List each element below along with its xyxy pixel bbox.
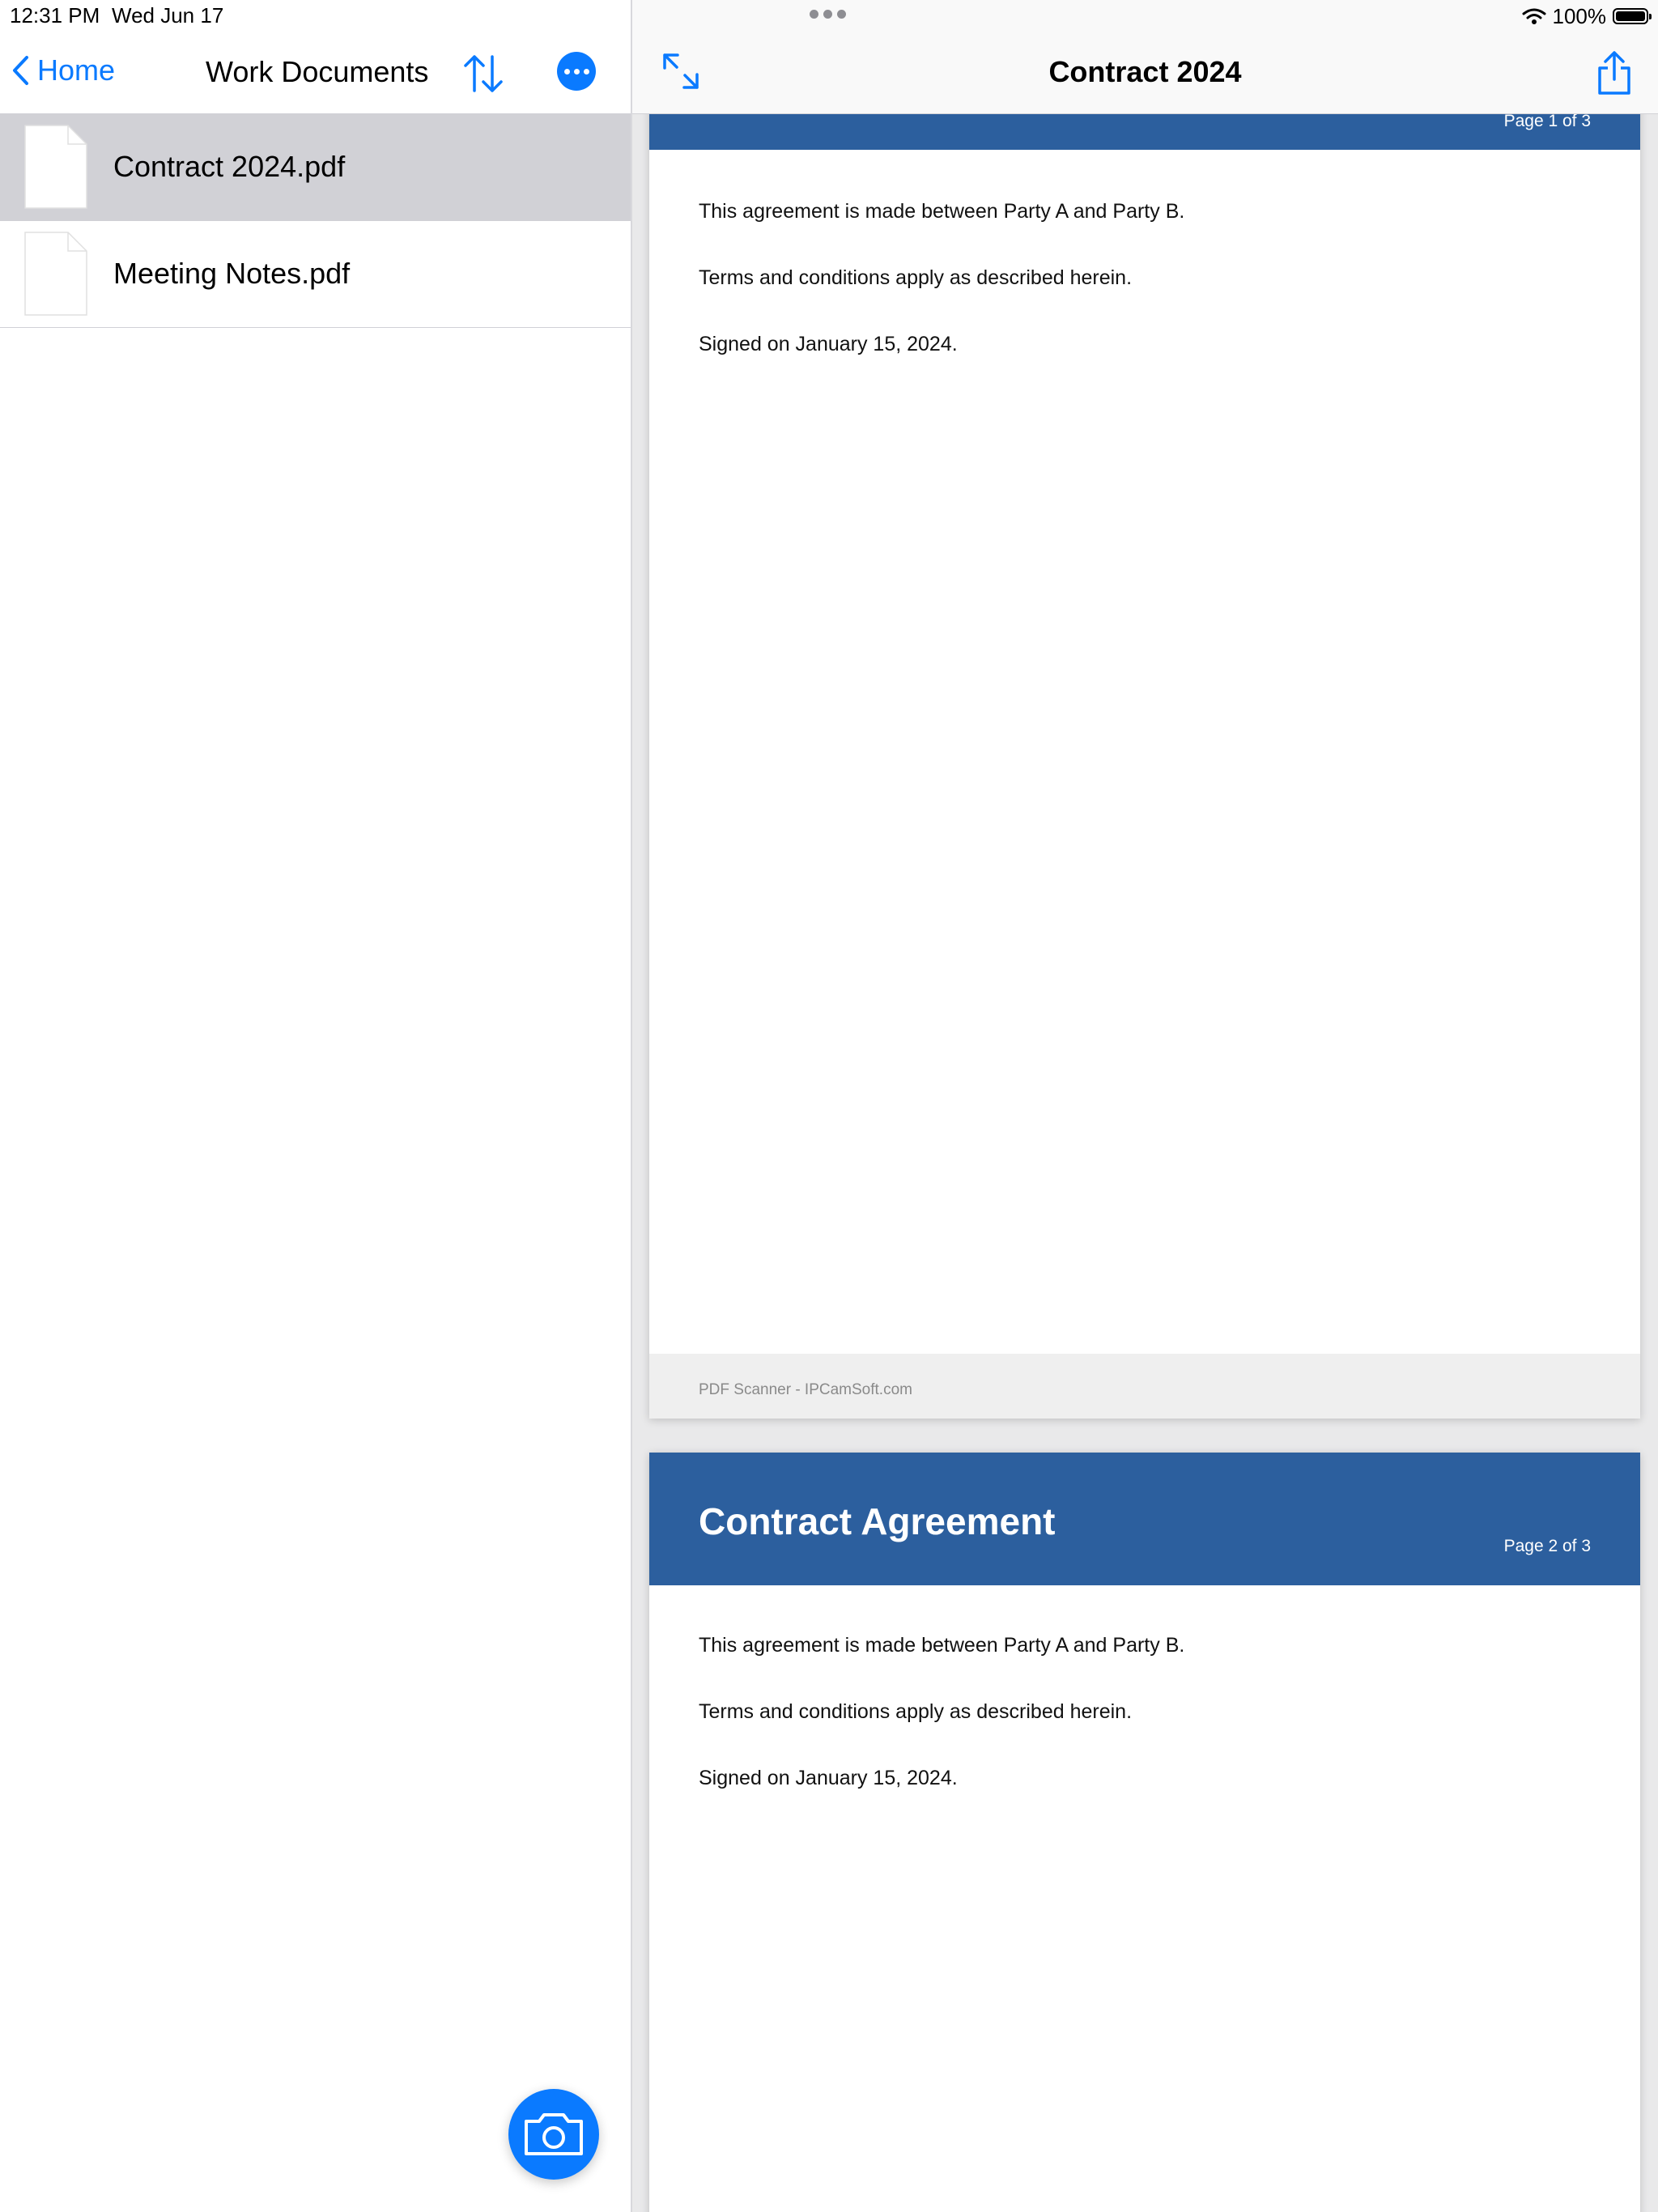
status-date: Wed Jun 17: [112, 3, 224, 28]
battery-percentage: 100%: [1552, 3, 1607, 28]
page-text-line: Signed on January 15, 2024.: [699, 1767, 958, 1789]
sort-button[interactable]: [461, 52, 505, 96]
page-banner: Contract Agreement Page 2 of 3: [649, 1453, 1640, 1585]
page-text-line: This agreement is made between Party A a…: [699, 1634, 1185, 1657]
page-footer-text: PDF Scanner - IPCamSoft.com: [699, 1381, 912, 1398]
share-icon: [1598, 51, 1630, 95]
back-button[interactable]: Home: [11, 53, 115, 87]
more-icon: [563, 68, 570, 74]
battery-icon: [1613, 8, 1652, 24]
document-viewer-pane: Contract 2024 Page 1 of 3 This agreement…: [632, 0, 1658, 2212]
split-divider[interactable]: [631, 0, 632, 2212]
file-row-contract-2024[interactable]: Contract 2024.pdf: [0, 114, 631, 221]
sort-icon: [464, 55, 503, 92]
status-time: 12:31 PM: [10, 3, 100, 28]
page-text-line: Signed on January 15, 2024.: [699, 333, 958, 355]
page-text-line: Terms and conditions apply as described …: [699, 266, 1133, 289]
document-title: Contract 2024: [1048, 55, 1242, 88]
share-button[interactable]: [1595, 50, 1634, 96]
pdf-page-1[interactable]: Page 1 of 3 This agreement is made betwe…: [649, 24, 1640, 1419]
status-bar: 12:31 PM Wed Jun 17 100%: [0, 0, 1658, 32]
page-text-line: Terms and conditions apply as described …: [699, 1700, 1133, 1723]
status-indicators: 100%: [1522, 3, 1652, 29]
pdf-page-2[interactable]: Contract Agreement Page 2 of 3 This agre…: [649, 1453, 1640, 2212]
wifi-icon: [1522, 8, 1545, 24]
file-browser-pane: Home Work Documents Contract 2024.pdf Me…: [0, 0, 631, 2212]
page-banner-title: Contract Agreement: [699, 1500, 1056, 1542]
left-navigation-bar: Home Work Documents: [0, 32, 631, 114]
file-list: Contract 2024.pdf Meeting Notes.pdf: [0, 114, 631, 328]
file-icon: [24, 232, 87, 316]
file-name: Contract 2024.pdf: [113, 150, 346, 183]
page-number-label: Page 2 of 3: [1503, 1537, 1591, 1555]
back-button-label: Home: [37, 53, 116, 87]
camera-icon: [525, 2113, 583, 2155]
page-number-label: Page 1 of 3: [1503, 112, 1591, 130]
file-name: Meeting Notes.pdf: [113, 257, 351, 290]
folder-title: Work Documents: [206, 55, 429, 88]
page-text-line: This agreement is made between Party A a…: [699, 200, 1185, 223]
multitasking-handle[interactable]: [810, 10, 846, 19]
more-button[interactable]: [557, 52, 596, 91]
file-row-meeting-notes[interactable]: Meeting Notes.pdf: [0, 221, 631, 328]
file-icon: [24, 125, 87, 209]
scan-camera-button[interactable]: [508, 2089, 599, 2180]
chevron-left-icon: [13, 56, 28, 85]
page-footer: PDF Scanner - IPCamSoft.com: [649, 1354, 1640, 1419]
